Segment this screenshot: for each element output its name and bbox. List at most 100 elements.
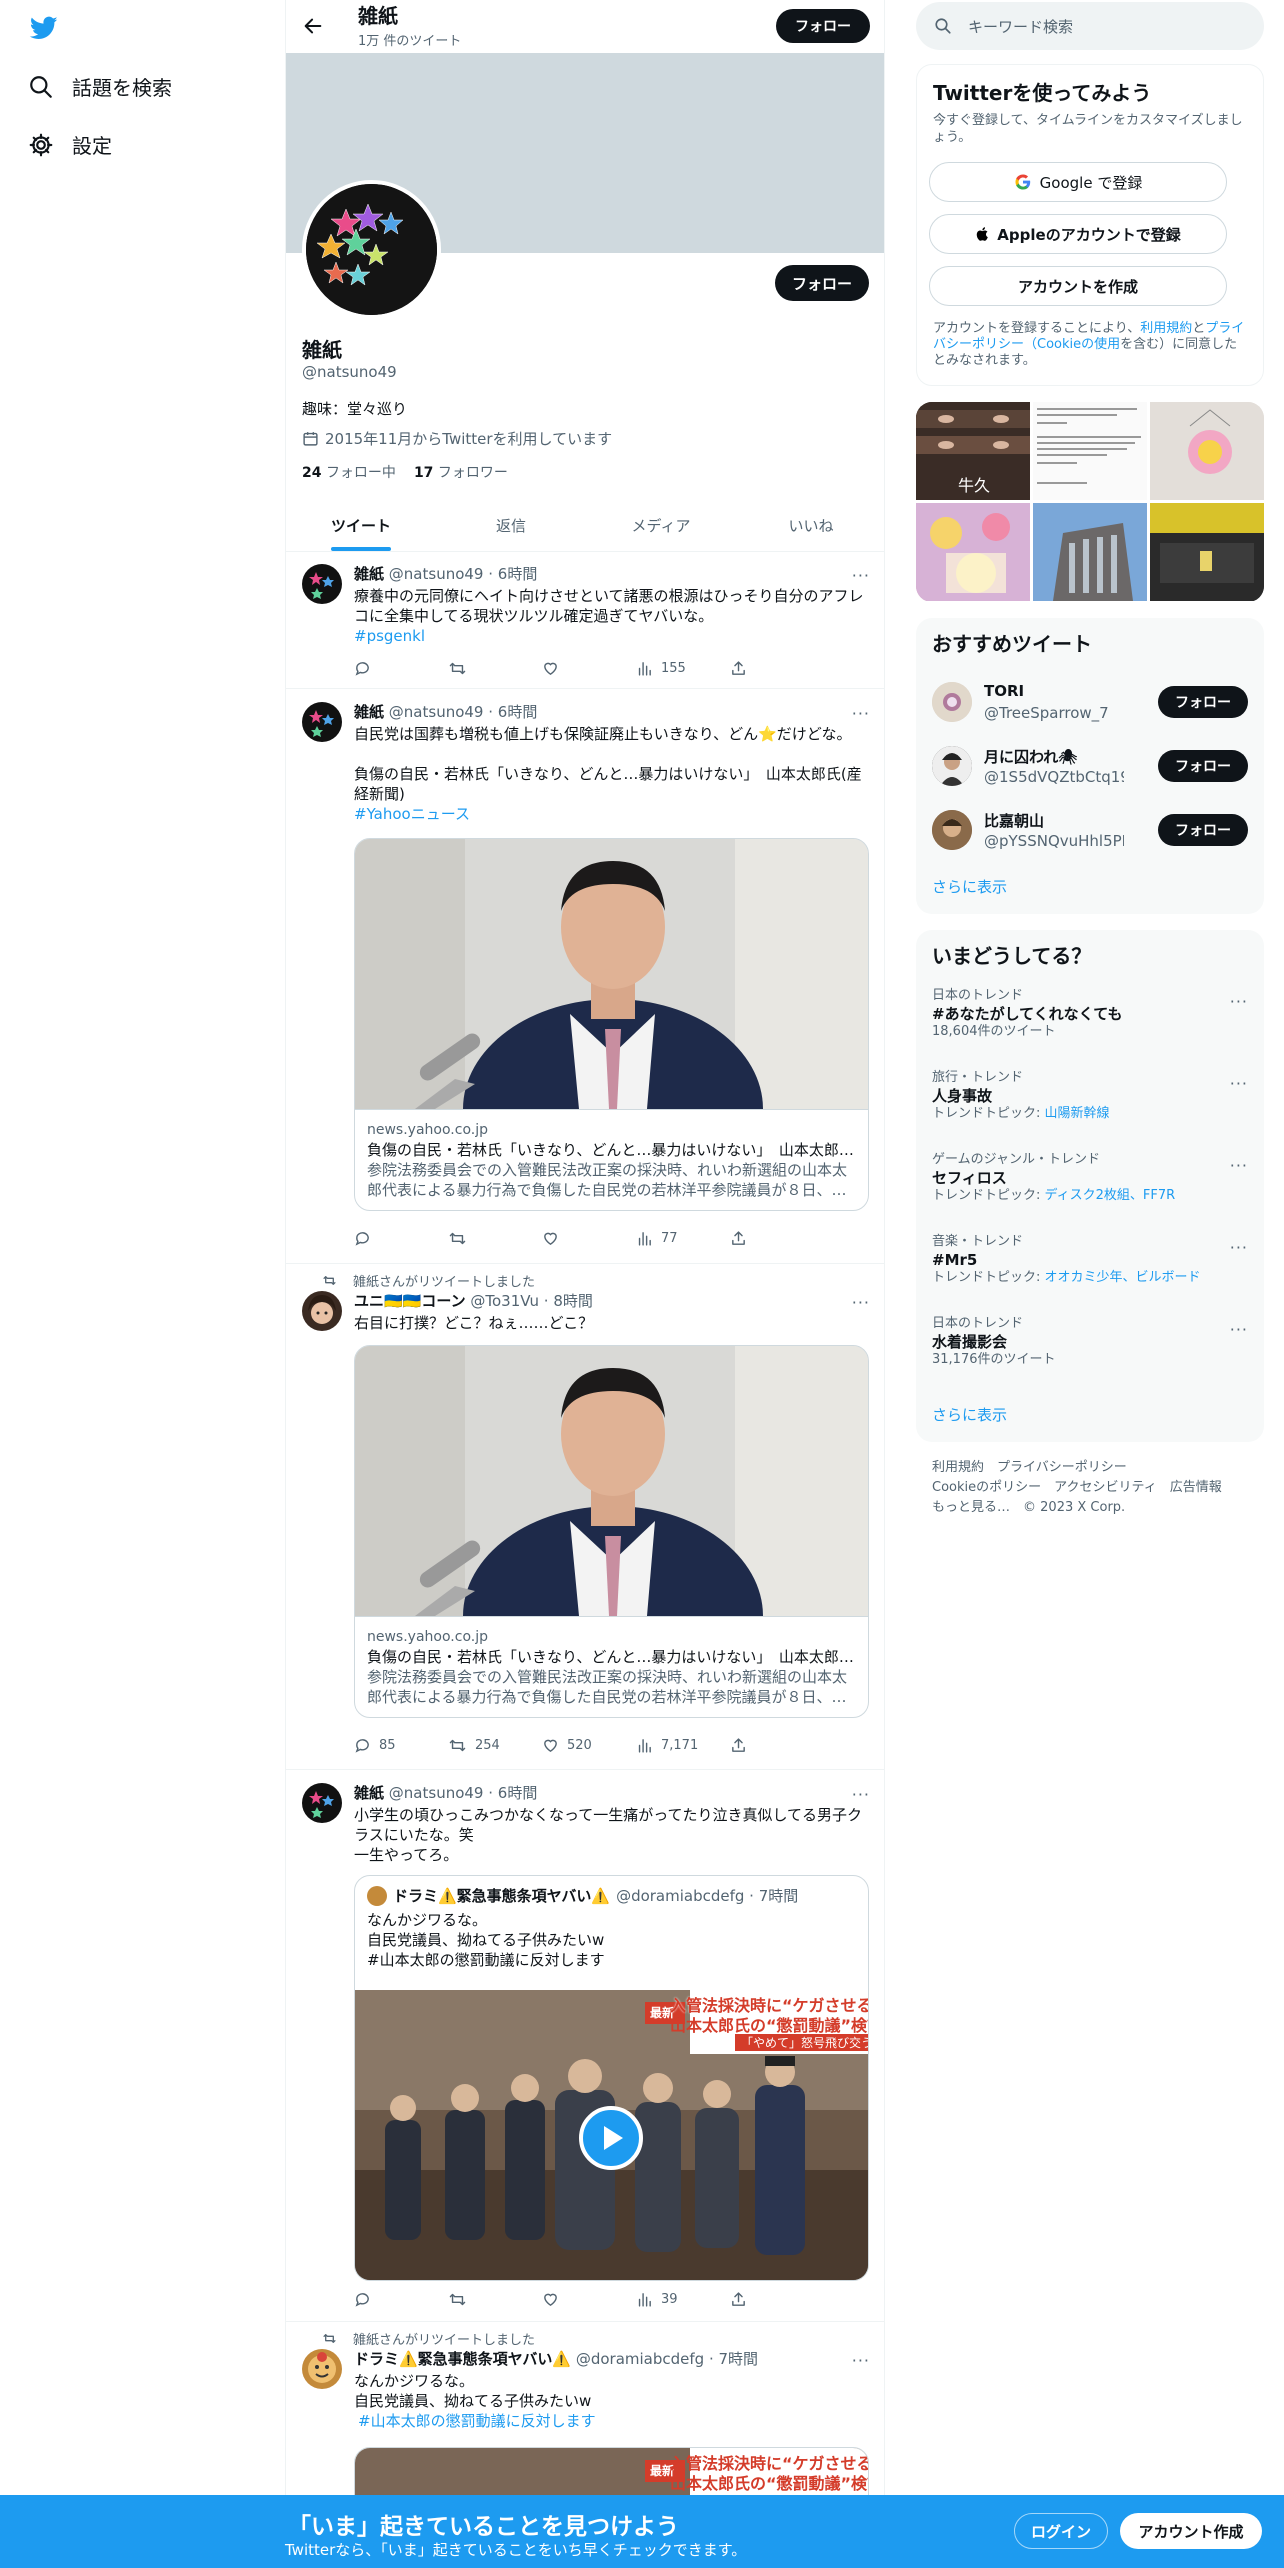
retweet-button[interactable]: 254: [448, 1735, 542, 1755]
like-button[interactable]: [542, 658, 636, 678]
like-button[interactable]: 520: [542, 1735, 636, 1755]
footer-link[interactable]: もっと見る…: [932, 1500, 1010, 1515]
trend-item[interactable]: 旅行・トレンド 人身事故 トレンドトピック: 山陽新幹線 ···: [932, 1070, 1248, 1122]
search-box[interactable]: キーワード検索: [916, 2, 1264, 50]
reply-button[interactable]: 85: [354, 1735, 448, 1755]
more-icon[interactable]: ···: [852, 566, 870, 585]
more-icon[interactable]: ···: [1230, 1320, 1248, 1339]
tweet[interactable]: 雑紙 @natsuno49 · 6時間 小学生の頃ひっこみつかなくなって一生痛が…: [286, 1771, 884, 2322]
video-player[interactable]: 最新 入管法採決時に“ケガさせる” 山本太郎氏の“懲罰動議”検討 「やめて」怒号…: [355, 1990, 868, 2280]
share-button[interactable]: [730, 2289, 824, 2309]
play-button[interactable]: [579, 2106, 643, 2170]
media-thumbnail[interactable]: [1033, 402, 1147, 500]
more-icon[interactable]: ···: [852, 1293, 870, 1312]
reply-button[interactable]: [354, 1228, 448, 1248]
followers-link[interactable]: 17 フォロワー: [414, 462, 508, 482]
avatar[interactable]: [302, 2349, 342, 2389]
hashtag-link[interactable]: #山本太郎の懲罰動議に反対します: [358, 2411, 870, 2431]
profile-follow-button[interactable]: フォロー: [775, 265, 869, 301]
user-cell[interactable]: 月に囚われ🕷 @1S5dVQZtbCtq19i フォロー: [932, 738, 1248, 794]
reply-button[interactable]: [354, 658, 448, 678]
avatar[interactable]: [302, 1783, 342, 1823]
show-more-link[interactable]: さらに表示: [932, 1404, 1007, 1425]
hashtag-link[interactable]: #psgenkl: [354, 626, 870, 646]
trend-item[interactable]: 日本のトレンド #あなたがしてくれなくても 18,604件のツイート ···: [932, 988, 1248, 1040]
twitter-logo-icon[interactable]: [28, 14, 60, 46]
follow-button[interactable]: フォロー: [1158, 814, 1248, 846]
views-button[interactable]: 77: [636, 1228, 730, 1248]
follow-button[interactable]: フォロー: [1158, 686, 1248, 718]
hashtag-link[interactable]: #Yahooニュース: [354, 804, 870, 824]
more-icon[interactable]: ···: [1230, 992, 1248, 1011]
tweet-author[interactable]: ユニ🇺🇦🇺🇦コーン: [354, 1292, 466, 1310]
trend-item[interactable]: ゲームのジャンル・トレンド セフィロス トレンドトピック: ディスク2枚組、FF…: [932, 1152, 1248, 1204]
reply-button[interactable]: [354, 2289, 448, 2309]
footer-link[interactable]: アクセシビリティ: [1054, 1480, 1157, 1495]
like-button[interactable]: [542, 1228, 636, 1248]
tweet-author[interactable]: 雑紙: [354, 703, 384, 721]
signup-button[interactable]: アカウント作成: [1120, 2513, 1262, 2549]
tab-likes[interactable]: いいね: [736, 500, 884, 551]
tweet[interactable]: 雑紙 @natsuno49 · 6時間 自民党は国葬も増税も値上げも保険証廃止も…: [286, 690, 884, 1264]
trend-topic-link[interactable]: 山陽新幹線: [1045, 1106, 1110, 1121]
tab-replies[interactable]: 返信: [436, 500, 586, 551]
trend-topic-link[interactable]: オオカミ少年、ビルボード: [1045, 1270, 1201, 1285]
views-button[interactable]: 155: [636, 658, 730, 678]
footer-link[interactable]: プライバシーポリシー: [997, 1460, 1127, 1475]
more-icon[interactable]: ···: [852, 2351, 870, 2370]
views-button[interactable]: 39: [636, 2289, 730, 2309]
tweet[interactable]: 雑紙 @natsuno49 · 6時間 療養中の元同僚にヘイト向けさせといて諸悪…: [286, 552, 884, 689]
apple-signup-button[interactable]: Appleのアカウントで登録: [929, 214, 1227, 254]
share-button[interactable]: [730, 1735, 824, 1755]
views-button[interactable]: 7,171: [636, 1735, 730, 1755]
share-button[interactable]: [730, 1228, 824, 1248]
more-icon[interactable]: ···: [1230, 1238, 1248, 1257]
retweet-button[interactable]: [448, 2289, 542, 2309]
avatar[interactable]: [302, 702, 342, 742]
media-thumbnail[interactable]: [916, 503, 1030, 601]
tab-tweets[interactable]: ツイート: [286, 500, 436, 551]
link-card[interactable]: news.yahoo.co.jp 負傷の自民・若林氏「いきなり、どんと…暴力はい…: [354, 1345, 869, 1718]
terms-link[interactable]: 利用規約: [1140, 321, 1192, 336]
user-cell[interactable]: 比嘉朝山 @pYSSNQvuHhl5PHw フォロー: [932, 802, 1248, 858]
following-link[interactable]: 24 フォロー中: [302, 462, 396, 482]
more-icon[interactable]: ···: [852, 1785, 870, 1804]
footer-link[interactable]: 利用規約: [932, 1460, 984, 1475]
tab-media[interactable]: メディア: [586, 500, 736, 551]
login-button[interactable]: ログイン: [1014, 2513, 1108, 2549]
nav-explore[interactable]: 話題を検索: [28, 72, 172, 101]
more-icon[interactable]: ···: [1230, 1156, 1248, 1175]
tweet-author[interactable]: ドラミ⚠️緊急事態条項ヤバい⚠️: [354, 2350, 571, 2368]
create-account-button[interactable]: アカウントを作成: [929, 266, 1227, 306]
avatar[interactable]: [302, 564, 342, 604]
trend-item[interactable]: 日本のトレンド 水着撮影会 31,176件のツイート ···: [932, 1316, 1248, 1368]
quote-tweet[interactable]: ドラミ⚠️緊急事態条項ヤバい⚠️ @doramiabcdefg · 7時間 なん…: [354, 1875, 869, 2281]
tweet-author[interactable]: 雑紙: [354, 565, 384, 583]
tweet-author[interactable]: 雑紙: [354, 1784, 384, 1802]
more-icon[interactable]: ···: [852, 704, 870, 723]
back-arrow-icon[interactable]: [302, 15, 324, 41]
nav-settings[interactable]: 設定: [28, 130, 112, 159]
media-thumbnail[interactable]: 牛久: [916, 402, 1030, 500]
footer-link[interactable]: Cookieのポリシー: [932, 1480, 1041, 1495]
retweet-button[interactable]: [448, 658, 542, 678]
show-more-link[interactable]: さらに表示: [932, 876, 1007, 897]
trend-item[interactable]: 音楽・トレンド #Mr5 トレンドトピック: オオカミ少年、ビルボード ···: [932, 1234, 1248, 1286]
media-thumbnail[interactable]: [1150, 402, 1264, 500]
like-button[interactable]: [542, 2289, 636, 2309]
link-card[interactable]: news.yahoo.co.jp 負傷の自民・若林氏「いきなり、どんと…暴力はい…: [354, 838, 869, 1211]
media-thumbnail[interactable]: [1150, 503, 1264, 601]
tweet[interactable]: 雑紙さんがリツイートしました ユニ🇺🇦🇺🇦コーン @To31Vu · 8時間 右…: [286, 1265, 884, 1770]
profile-avatar[interactable]: [302, 180, 441, 319]
more-icon[interactable]: ···: [1230, 1074, 1248, 1093]
avatar[interactable]: [302, 1291, 342, 1331]
trend-topic-link[interactable]: ディスク2枚組、FF7R: [1045, 1188, 1176, 1203]
google-signup-button[interactable]: Google で登録: [929, 162, 1227, 202]
follow-button[interactable]: フォロー: [1158, 750, 1248, 782]
retweet-button[interactable]: [448, 1228, 542, 1248]
share-button[interactable]: [730, 658, 824, 678]
footer-link[interactable]: 広告情報: [1170, 1480, 1222, 1495]
media-thumbnail[interactable]: [1033, 503, 1147, 601]
user-cell[interactable]: TORI @TreeSparrow_7 フォロー: [932, 674, 1248, 730]
header-follow-button[interactable]: フォロー: [776, 9, 870, 43]
